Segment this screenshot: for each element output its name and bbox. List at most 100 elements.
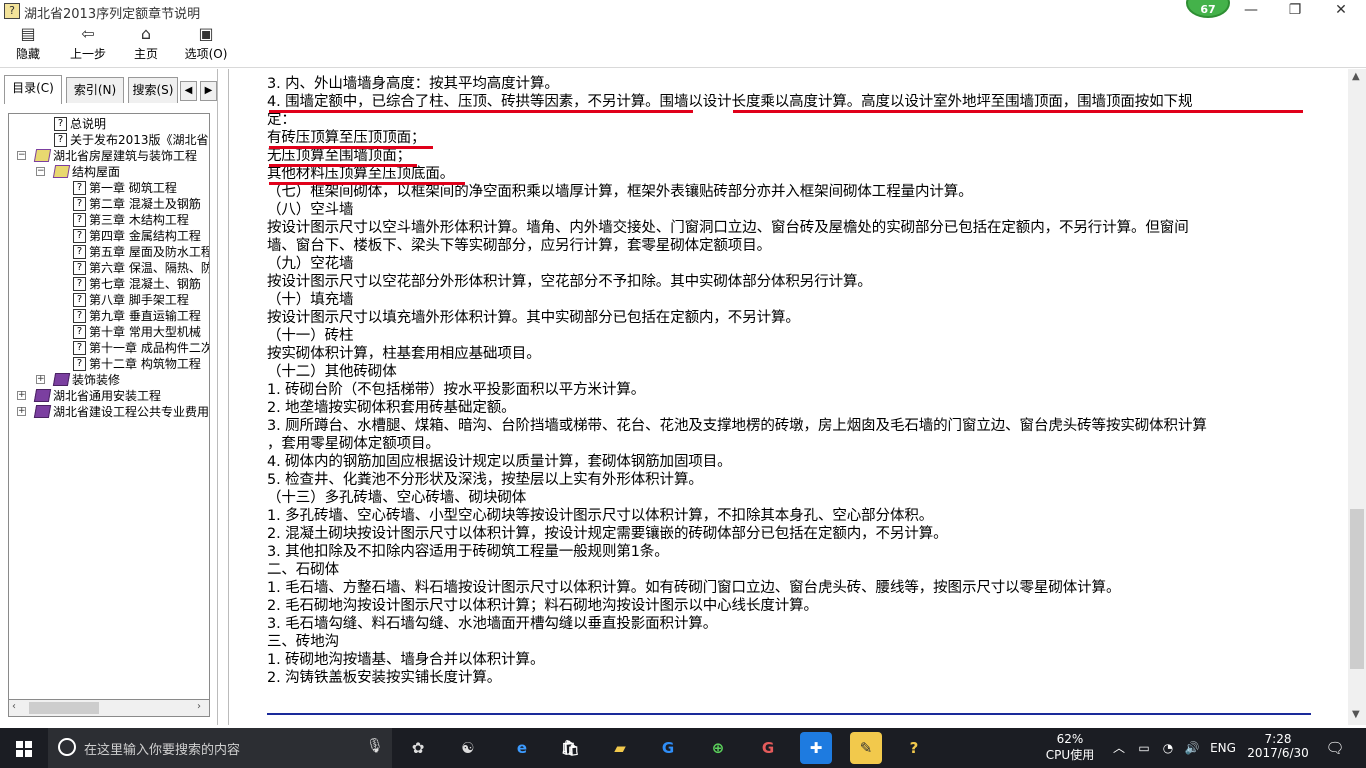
tab-contents[interactable]: 目录(C) bbox=[4, 75, 62, 104]
battery-icon[interactable]: ▭ bbox=[1134, 728, 1154, 768]
collapse-icon[interactable]: − bbox=[17, 151, 26, 160]
content-scroll-thumb[interactable] bbox=[1350, 509, 1364, 669]
search-placeholder: 在这里输入你要搜索的内容 bbox=[84, 743, 241, 758]
back-button[interactable]: ⇦ 上一步 bbox=[64, 24, 112, 66]
tree-item[interactable]: ? 第六章 保温、隔热、防 bbox=[73, 260, 210, 276]
file-explorer-icon[interactable]: ▰ bbox=[604, 732, 636, 764]
tree-item[interactable]: ? 第四章 金属结构工程 bbox=[73, 228, 201, 244]
edge-browser-icon[interactable]: e bbox=[506, 732, 538, 764]
scroll-up-icon[interactable]: ▲ bbox=[1352, 71, 1360, 82]
expand-icon[interactable]: + bbox=[17, 407, 26, 416]
tree-item[interactable]: ? 总说明 bbox=[54, 116, 106, 132]
tree-item[interactable]: + 湖北省建设工程公共专业费用 bbox=[17, 404, 209, 420]
options-button[interactable]: ▣ 选项(O) bbox=[182, 24, 230, 66]
open-book-icon bbox=[52, 165, 71, 178]
hide-button[interactable]: ▤ 隐藏 bbox=[6, 24, 50, 66]
minimize-button[interactable]: — bbox=[1228, 0, 1274, 22]
clock[interactable]: 7:28 2017/6/30 bbox=[1244, 732, 1312, 768]
options-label: 选项(O) bbox=[184, 47, 228, 61]
options-icon: ▣ bbox=[198, 24, 214, 43]
360-browser-icon[interactable]: ⊕ bbox=[702, 732, 734, 764]
close-button[interactable]: ✕ bbox=[1318, 0, 1364, 22]
tree-item[interactable]: + 湖北省通用安装工程 bbox=[17, 388, 162, 404]
tree-item-label: 第十二章 构筑物工程 bbox=[89, 357, 201, 371]
content-line: 3. 其他扣除及不扣除内容适用于砖砌筑工程量一般规则第1条。 bbox=[267, 544, 669, 560]
network-icon[interactable]: ◔ bbox=[1158, 728, 1178, 768]
tree-item[interactable]: ? 第八章 脚手架工程 bbox=[73, 292, 189, 308]
expand-icon[interactable]: + bbox=[36, 375, 45, 384]
task-view-icon[interactable]: ✿ bbox=[402, 732, 434, 764]
scroll-right-icon[interactable]: › bbox=[197, 701, 201, 712]
microphone-icon[interactable]: 🎙 bbox=[366, 738, 384, 754]
content-line: 3. 毛石墙勾缝、料石墙勾缝、水池墙面开槽勾缝以垂直投影面积计算。 bbox=[267, 616, 718, 632]
content-line: 按设计图示尺寸以填充墙外形体积计算。其中实砌部分已包括在定额内，不另计算。 bbox=[267, 310, 800, 326]
tree-item[interactable]: ? 第九章 垂直运输工程 bbox=[73, 308, 201, 324]
help-topic-icon: ? bbox=[73, 357, 86, 371]
cpu-label: CPU使用 bbox=[1045, 748, 1095, 762]
tree-item[interactable]: − 湖北省房屋建筑与装饰工程 bbox=[17, 148, 197, 164]
content-line: 5. 检查井、化粪池不分形状及深浅，按垫层以上实有外形体积计算。 bbox=[267, 472, 703, 488]
tab-search[interactable]: 搜索(S) bbox=[128, 77, 178, 103]
content-line: 墙、窗台下、楼板下、梁头下等实砌部分，应另行计算，套零星砌体定额项目。 bbox=[267, 238, 771, 254]
tree-item[interactable]: ? 第二章 混凝土及钢筋 bbox=[73, 196, 201, 212]
tree-item-label: 湖北省通用安装工程 bbox=[53, 389, 162, 403]
glodon-app-icon[interactable]: G bbox=[652, 732, 684, 764]
contents-tree[interactable]: ?总说明?关于发布2013版《湖北省房屋−湖北省房屋建筑与装饰工程−结构屋面?第… bbox=[8, 113, 210, 709]
content-vertical-scrollbar[interactable]: ▲ ▼ bbox=[1348, 69, 1366, 725]
tree-item[interactable]: ?关于发布2013版《湖北省房屋 bbox=[54, 132, 209, 148]
open-book-icon bbox=[33, 149, 52, 162]
tab-scroll-right-button[interactable]: ▶ bbox=[200, 81, 217, 101]
help-topic-icon: ? bbox=[73, 197, 86, 211]
tree-item[interactable]: ? 第七章 混凝土、钢筋 bbox=[73, 276, 201, 292]
clock-date: 2017/6/30 bbox=[1247, 746, 1309, 760]
store-icon[interactable]: 🛍 bbox=[554, 732, 586, 764]
tree-horizontal-scrollbar[interactable]: ‹ › bbox=[8, 699, 210, 717]
tab-scroll-left-button[interactable]: ◀ bbox=[180, 81, 197, 101]
content-line: 1. 毛石墙、方整石墙、料石墙按设计图示尺寸以体积计算。如有砖砌门窗口立边、窗台… bbox=[267, 580, 1121, 596]
red-underline-annotation bbox=[269, 146, 433, 149]
content-line: （十一）砖柱 bbox=[267, 328, 354, 344]
score-badge[interactable]: 67 bbox=[1186, 0, 1230, 18]
tree-item[interactable]: ? 第十章 常用大型机械 bbox=[73, 324, 201, 340]
help-topic-icon: ? bbox=[73, 293, 86, 307]
content-line: 定： bbox=[267, 112, 296, 128]
help-file-icon[interactable]: ? bbox=[898, 732, 930, 764]
help-topic-icon: ? bbox=[54, 117, 67, 131]
tree-item[interactable]: ? 第一章 砌筑工程 bbox=[73, 180, 177, 196]
collapse-icon[interactable]: − bbox=[36, 167, 45, 176]
expand-icon[interactable]: + bbox=[17, 391, 26, 400]
tab-index[interactable]: 索引(N) bbox=[66, 77, 124, 103]
tree-item-label: 第十一章 成品构件二次 bbox=[89, 341, 210, 355]
start-button[interactable] bbox=[0, 728, 48, 768]
home-label: 主页 bbox=[133, 47, 158, 61]
maximize-button[interactable]: ❐ bbox=[1272, 0, 1318, 22]
tree-item[interactable]: ? 第三章 木结构工程 bbox=[73, 212, 189, 228]
notes-app-icon[interactable]: ✎ bbox=[850, 732, 882, 764]
scroll-thumb[interactable] bbox=[29, 702, 99, 714]
content-line: 1. 多孔砖墙、空心砖墙、小型空心砌块等按设计图示尺寸以体积计算，不扣除其本身孔… bbox=[267, 508, 934, 524]
tree-item[interactable]: − 结构屋面 bbox=[36, 164, 120, 180]
tree-item-label: 装饰装修 bbox=[72, 373, 121, 387]
scroll-left-icon[interactable]: ‹ bbox=[12, 701, 16, 712]
window-title: 湖北省2013序列定额章节说明 bbox=[24, 7, 201, 22]
scroll-down-icon[interactable]: ▼ bbox=[1352, 709, 1360, 720]
tree-item-label: 第六章 保温、隔热、防 bbox=[89, 261, 210, 275]
app-g-red-icon[interactable]: G bbox=[752, 732, 784, 764]
show-hidden-icons-icon[interactable]: ︿ bbox=[1110, 728, 1128, 768]
cpu-usage[interactable]: 62% CPU使用 bbox=[1040, 732, 1100, 768]
app-plus-icon[interactable]: ✚ bbox=[800, 732, 832, 764]
home-button[interactable]: ⌂ 主页 bbox=[126, 24, 166, 66]
content-line: （八）空斗墙 bbox=[267, 202, 354, 218]
app-spiral-icon[interactable]: ☯ bbox=[452, 732, 484, 764]
language-indicator[interactable]: ENG bbox=[1206, 728, 1240, 768]
taskbar-search-box[interactable]: 在这里输入你要搜索的内容 🎙 bbox=[48, 728, 392, 768]
tree-item[interactable]: ? 第十二章 构筑物工程 bbox=[73, 356, 201, 372]
tree-item[interactable]: ? 第五章 屋面及防水工程 bbox=[73, 244, 209, 260]
content-line: 2. 沟铸铁盖板安装按实铺长度计算。 bbox=[267, 670, 502, 686]
tree-item[interactable]: + 装饰装修 bbox=[36, 372, 121, 388]
tree-item[interactable]: ? 第十一章 成品构件二次 bbox=[73, 340, 210, 356]
volume-icon[interactable]: 🔊 bbox=[1182, 728, 1202, 768]
content-line: 二、石砌体 bbox=[267, 562, 339, 578]
notification-icon[interactable]: 🗨 bbox=[1320, 728, 1350, 768]
content-line: 4. 砌体内的钢筋加固应根据设计规定以质量计算，套砌体钢筋加固项目。 bbox=[267, 454, 732, 470]
